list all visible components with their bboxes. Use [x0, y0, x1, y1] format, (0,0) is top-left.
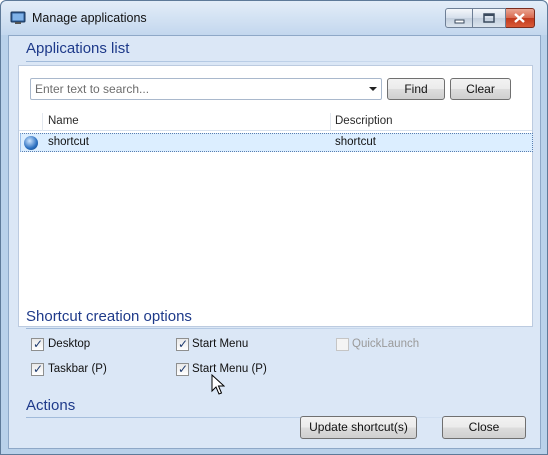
table-header: Name Description [19, 113, 532, 131]
close-icon [514, 13, 525, 23]
applications-list-heading: Applications list [26, 40, 130, 57]
start-menu-checkbox[interactable]: ✓ [176, 337, 189, 351]
manage-applications-window: Manage applications Applications list Fi… [0, 0, 548, 455]
title-bar[interactable]: Manage applications [1, 1, 547, 35]
desktop-label[interactable]: Desktop [48, 338, 90, 350]
search-combobox[interactable] [30, 78, 382, 100]
search-input[interactable] [35, 80, 361, 98]
column-header-description[interactable]: Description [335, 115, 393, 127]
taskbar-label[interactable]: Taskbar (P) [48, 363, 107, 375]
maximize-icon [483, 13, 495, 23]
column-separator [42, 113, 43, 131]
monitor-icon [10, 11, 26, 24]
window-title: Manage applications [32, 11, 147, 25]
start-menu-p-label[interactable]: Start Menu (P) [192, 363, 267, 375]
update-shortcuts-button[interactable]: Update shortcut(s) [300, 416, 417, 439]
section-divider [26, 61, 526, 62]
column-header-name[interactable]: Name [48, 115, 79, 127]
actions-heading: Actions [26, 397, 76, 414]
quicklaunch-checkbox[interactable] [336, 338, 349, 351]
taskbar-checkbox[interactable]: ✓ [31, 362, 44, 376]
close-window-button[interactable] [506, 8, 535, 28]
maximize-button[interactable] [473, 8, 506, 28]
applications-panel: Find Clear Name Description shortcut sho… [18, 65, 533, 327]
column-separator [330, 113, 331, 131]
find-button[interactable]: Find [387, 78, 445, 100]
minimize-icon [454, 19, 465, 24]
section-divider [26, 328, 526, 329]
start-menu-label[interactable]: Start Menu [192, 338, 248, 350]
checkmark-icon: ✓ [33, 337, 44, 351]
row-description-cell: shortcut [335, 136, 376, 148]
row-name-cell: shortcut [48, 136, 89, 148]
quicklaunch-label: QuickLaunch [352, 338, 420, 350]
dialog-client-area: Applications list Find Clear Name Descri… [8, 35, 541, 449]
chevron-down-icon[interactable] [369, 87, 377, 91]
minimize-button[interactable] [445, 8, 473, 28]
table-row[interactable]: shortcut shortcut [20, 133, 533, 152]
checkmark-icon: ✓ [178, 362, 189, 376]
shortcut-options-heading: Shortcut creation options [26, 308, 192, 325]
globe-icon [24, 136, 38, 150]
close-button[interactable]: Close [442, 416, 526, 439]
clear-button[interactable]: Clear [450, 78, 511, 100]
checkmark-icon: ✓ [178, 337, 189, 351]
desktop-checkbox[interactable]: ✓ [31, 337, 44, 351]
mouse-cursor-icon [211, 374, 225, 395]
start-menu-p-checkbox[interactable]: ✓ [176, 362, 189, 376]
checkmark-icon: ✓ [33, 362, 44, 376]
